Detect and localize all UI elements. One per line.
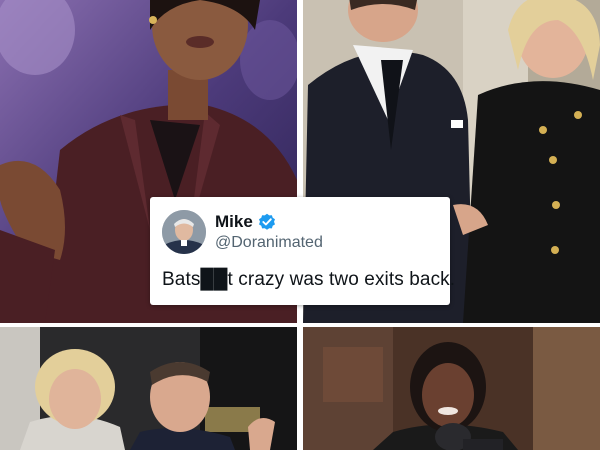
tweet-text: Bats██t crazy was two exits back.	[162, 269, 456, 290]
couple-waving-photo	[0, 327, 297, 450]
author-name[interactable]: Mike	[215, 212, 253, 232]
name-row: Mike	[215, 212, 323, 232]
avatar[interactable]	[162, 210, 206, 254]
tweet-author: Mike @Doranimated	[215, 212, 323, 252]
verified-badge-icon	[258, 213, 276, 231]
photo-bottom-right	[303, 327, 600, 450]
author-handle[interactable]: @Doranimated	[215, 234, 323, 252]
tweet-card[interactable]: Mike @Doranimated Bats██t crazy was two …	[150, 197, 456, 305]
profile-photo-icon	[162, 210, 206, 254]
photo-collage: Mike @Doranimated Bats██t crazy was two …	[0, 0, 600, 450]
photo-bottom-left	[0, 327, 297, 450]
woman-microphone-photo	[303, 327, 600, 450]
tweet-header: Mike @Doranimated	[162, 209, 438, 255]
